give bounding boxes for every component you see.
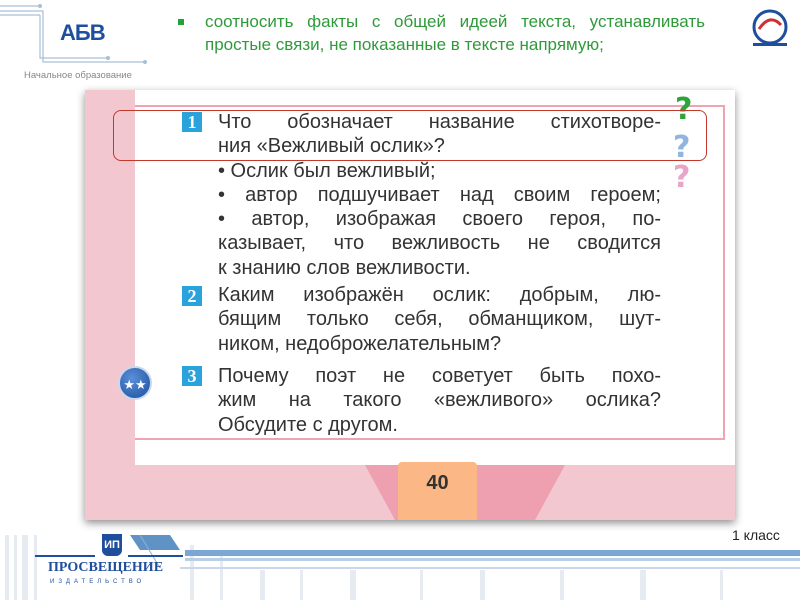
stars-icon: ★★	[118, 366, 152, 400]
grade-label: 1 класс	[732, 527, 780, 543]
question-number: 2	[182, 286, 202, 306]
question-number: 3	[182, 366, 202, 386]
highlight-box	[113, 110, 707, 161]
question-2: Каким изображён ослик: добрым, лю- бящим…	[218, 283, 661, 356]
divider	[128, 555, 183, 557]
abv-logo: АБВ	[60, 20, 106, 45]
page-number: 40	[398, 462, 477, 520]
text-line: Почему поэт не советует быть похо-	[218, 365, 661, 387]
publisher-logo-icon: ИП	[102, 534, 122, 556]
bullet-icon	[178, 19, 184, 25]
text-line: Каким изображён ослик: добрым, лю-	[218, 284, 661, 306]
objective-text: соотносить факты с общей идеей текста, у…	[205, 12, 705, 54]
text-line: Обсудите с другом.	[218, 413, 398, 436]
text-line: бящим только себя, обманщиком, шут-	[218, 308, 661, 331]
logo-subtitle: Начальное образование	[24, 70, 132, 81]
text-line: ником, недоброжелательным?	[218, 332, 502, 355]
publisher-emblem-icon	[752, 9, 788, 46]
publisher-name: ПРОСВЕЩЕНИЕ	[48, 560, 164, 575]
question-mark-icon: ?	[673, 160, 691, 195]
option: • автор подшучивает над своим героем;	[218, 183, 661, 206]
option: к знанию слов вежливости.	[218, 256, 471, 279]
question-3: Почему поэт не советует быть похо- жим н…	[218, 364, 661, 437]
option: • автор, изображая своего героя, по-	[218, 208, 661, 231]
text-line: жим на такого «вежливого» ослика?	[218, 389, 661, 412]
option: казывает, что вежливость не сводится	[218, 232, 661, 255]
option: • Ослик был вежливый;	[218, 159, 436, 182]
publisher-subtitle: ИЗДАТЕЛЬСТВО	[50, 579, 146, 585]
divider	[35, 555, 95, 557]
